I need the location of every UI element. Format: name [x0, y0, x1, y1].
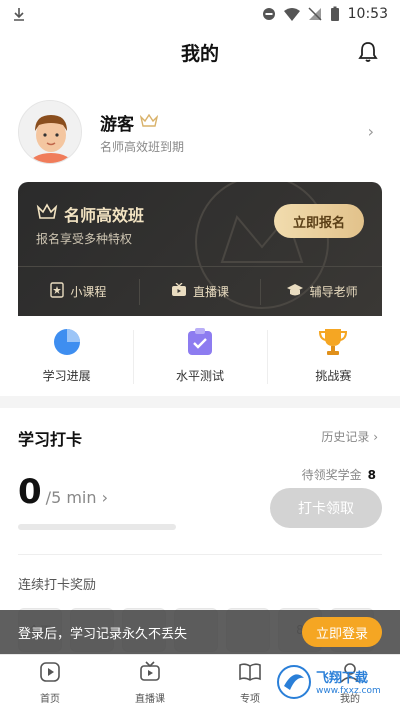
book-icon — [50, 282, 65, 301]
clipboard-check-icon — [187, 328, 213, 359]
profile-section: 游客 名师高效班到期 › 名师高效班 报名享受多种特权 立即报名 小课程 直播课… — [0, 76, 400, 316]
wifi-icon — [283, 7, 300, 21]
tv-icon — [171, 282, 187, 300]
trophy-icon — [318, 328, 348, 359]
quick-action-label: 水平测试 — [175, 369, 224, 383]
quick-action-label: 挑战赛 — [315, 369, 352, 383]
vip-features: 小课程 直播课 辅导老师 — [18, 266, 382, 316]
vip-title-text: 名师高效班 — [64, 206, 145, 225]
tab-home[interactable]: 首页 — [0, 655, 100, 710]
vip-subtitle: 报名享受多种特权 — [36, 232, 133, 246]
tab-live[interactable]: 直播课 — [100, 655, 200, 710]
history-link[interactable]: 历史记录 › — [321, 428, 378, 445]
checkin-title: 学习打卡 — [18, 430, 83, 449]
vip-feature-live-class[interactable]: 直播课 — [140, 278, 262, 305]
vip-feature-label: 直播课 — [193, 285, 230, 299]
do-not-disturb-icon — [262, 7, 276, 21]
minutes-goal: /5 min › — [45, 488, 108, 507]
page-header: 我的 — [0, 28, 400, 76]
site-watermark: 飞翔下载 www.fxxz.com — [276, 662, 394, 706]
login-banner: 登录后，学习记录永久不丢失 立即登录 — [0, 610, 400, 654]
crown-icon — [36, 203, 58, 225]
login-banner-text: 登录后，学习记录永久不丢失 — [18, 626, 188, 642]
streak-reward-title: 连续打卡奖励 — [18, 578, 97, 593]
chevron-right-icon[interactable]: › — [368, 122, 374, 141]
watermark-brand: 飞翔下载 — [316, 670, 369, 686]
tab-label: 直播课 — [135, 693, 165, 705]
pending-reward-value: 8 — [367, 468, 376, 482]
graduation-cap-icon — [286, 283, 304, 300]
divider — [18, 554, 382, 555]
vip-title: 名师高效班 — [36, 202, 144, 226]
enroll-button[interactable]: 立即报名 — [274, 204, 364, 238]
quick-actions: 学习进展 水平测试 挑战赛 — [0, 316, 400, 396]
vip-card[interactable]: 名师高效班 报名享受多种特权 立即报名 小课程 直播课 辅导老师 — [18, 182, 382, 316]
bell-icon[interactable] — [356, 40, 380, 64]
download-icon — [12, 7, 26, 21]
vip-feature-tutor[interactable]: 辅导老师 — [261, 279, 382, 305]
status-bar: 10:53 — [0, 0, 400, 28]
minutes-done: 0 — [18, 472, 42, 512]
crown-icon — [139, 113, 159, 133]
pending-reward-label: 待领奖学金 — [301, 468, 362, 482]
avatar[interactable] — [18, 100, 82, 164]
vip-feature-mini-course[interactable]: 小课程 — [18, 278, 140, 305]
login-button[interactable]: 立即登录 — [302, 617, 382, 647]
study-progress-bar — [18, 524, 176, 530]
watermark-url: www.fxxz.com — [316, 686, 381, 697]
claim-checkin-button[interactable]: 打卡领取 — [270, 488, 382, 528]
pie-chart-icon — [53, 328, 81, 359]
watermark-logo-icon — [276, 664, 312, 704]
membership-status: 名师高效班到期 — [100, 140, 185, 154]
quick-action-progress[interactable]: 学习进展 — [0, 316, 133, 396]
user-name: 游客 — [100, 110, 159, 135]
open-book-icon — [239, 661, 261, 686]
no-signal-icon — [308, 7, 322, 21]
page-title: 我的 — [180, 42, 219, 65]
quick-action-level-test[interactable]: 水平测试 — [133, 316, 266, 396]
battery-icon — [330, 6, 340, 22]
quick-action-label: 学习进展 — [42, 369, 91, 383]
pending-reward: 待领奖学金 8 — [302, 466, 376, 483]
minutes-progress-text[interactable]: 0 /5 min › — [18, 472, 108, 512]
vip-feature-label: 小课程 — [70, 285, 107, 299]
tab-label: 专项 — [240, 693, 260, 705]
quick-action-challenge[interactable]: 挑战赛 — [266, 316, 400, 396]
play-circle-icon — [39, 661, 61, 686]
tab-label: 首页 — [40, 693, 60, 705]
vip-feature-label: 辅导老师 — [309, 285, 358, 299]
tv-icon — [139, 660, 161, 686]
status-time: 10:53 — [347, 6, 388, 22]
user-name-text: 游客 — [100, 115, 134, 135]
